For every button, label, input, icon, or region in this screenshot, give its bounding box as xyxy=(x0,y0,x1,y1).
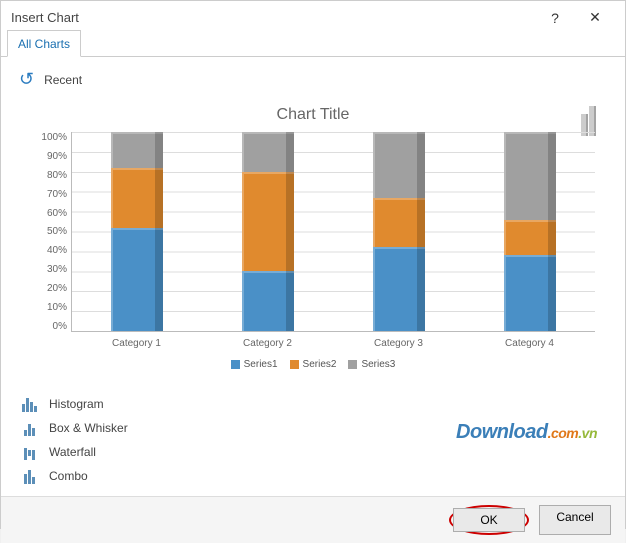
bar-segment xyxy=(111,228,163,331)
x-tick-label: Category 2 xyxy=(243,338,292,349)
x-tick-label: Category 4 xyxy=(505,338,554,349)
bar-segment xyxy=(111,168,163,228)
chart-legend: Series1 Series2 Series3 xyxy=(31,359,595,370)
sidebar-item-histogram[interactable]: Histogram xyxy=(17,392,613,416)
type-label: Waterfall xyxy=(49,445,96,459)
chart-grid xyxy=(71,132,595,332)
help-button[interactable]: ? xyxy=(535,10,575,26)
x-tick-label: Category 1 xyxy=(112,338,161,349)
watermark: Download.com.vn xyxy=(456,421,597,444)
ok-highlight: OK xyxy=(449,505,529,535)
dialog-title: Insert Chart xyxy=(11,10,535,25)
bar-column xyxy=(504,132,556,331)
tab-all-charts[interactable]: All Charts xyxy=(7,30,81,57)
cancel-button[interactable]: Cancel xyxy=(539,505,611,535)
chart-title: Chart Title xyxy=(31,106,595,124)
histogram-icon xyxy=(19,396,39,412)
sidebar-item-recent[interactable]: ↺ Recent xyxy=(13,65,613,94)
recent-label: Recent xyxy=(44,73,82,87)
legend-series2: Series2 xyxy=(290,359,337,370)
waterfall-icon xyxy=(19,444,39,460)
bar-segment xyxy=(504,255,556,331)
bar-column xyxy=(242,132,294,331)
chart-preview: Chart Title 100% 90% 80% 70% 60% 50% 40%… xyxy=(13,96,613,378)
type-label: Combo xyxy=(49,469,88,483)
bar-segment xyxy=(111,132,163,168)
bar-segment xyxy=(504,132,556,220)
close-button[interactable]: ✕ xyxy=(575,9,615,26)
type-label: Histogram xyxy=(49,397,104,411)
sidebar-item-combo[interactable]: Combo xyxy=(17,464,613,488)
bar-segment xyxy=(242,271,294,331)
recent-icon: ↺ xyxy=(19,69,34,90)
chart-plot: 100% 90% 80% 70% 60% 50% 40% 30% 20% 10%… xyxy=(31,132,595,332)
legend-series1: Series1 xyxy=(231,359,278,370)
column-3d-icon xyxy=(579,102,603,136)
insert-chart-dialog: Insert Chart ? ✕ All Charts ↺ Recent Cha… xyxy=(0,0,626,529)
dialog-footer: OK Cancel xyxy=(1,496,625,543)
type-label: Box & Whisker xyxy=(49,421,128,435)
dialog-body: ↺ Recent Chart Title 100% 90% 80% 70% 60… xyxy=(1,57,625,496)
ok-button[interactable]: OK xyxy=(453,508,525,532)
x-axis: Category 1 Category 2 Category 3 Category 4 xyxy=(71,332,595,349)
x-tick-label: Category 3 xyxy=(374,338,423,349)
title-bar: Insert Chart ? ✕ xyxy=(1,1,625,30)
bar-segment xyxy=(242,132,294,172)
bar-segment xyxy=(373,247,425,331)
combo-icon xyxy=(19,468,39,484)
bar-column xyxy=(373,132,425,331)
bar-segment xyxy=(504,220,556,256)
bar-segment xyxy=(373,132,425,198)
bar-segment xyxy=(242,172,294,272)
box-whisker-icon xyxy=(19,420,39,436)
bar-column xyxy=(111,132,163,331)
tab-strip: All Charts xyxy=(1,30,625,57)
y-axis: 100% 90% 80% 70% 60% 50% 40% 30% 20% 10%… xyxy=(31,132,71,332)
legend-series3: Series3 xyxy=(348,359,395,370)
bar-segment xyxy=(373,198,425,248)
